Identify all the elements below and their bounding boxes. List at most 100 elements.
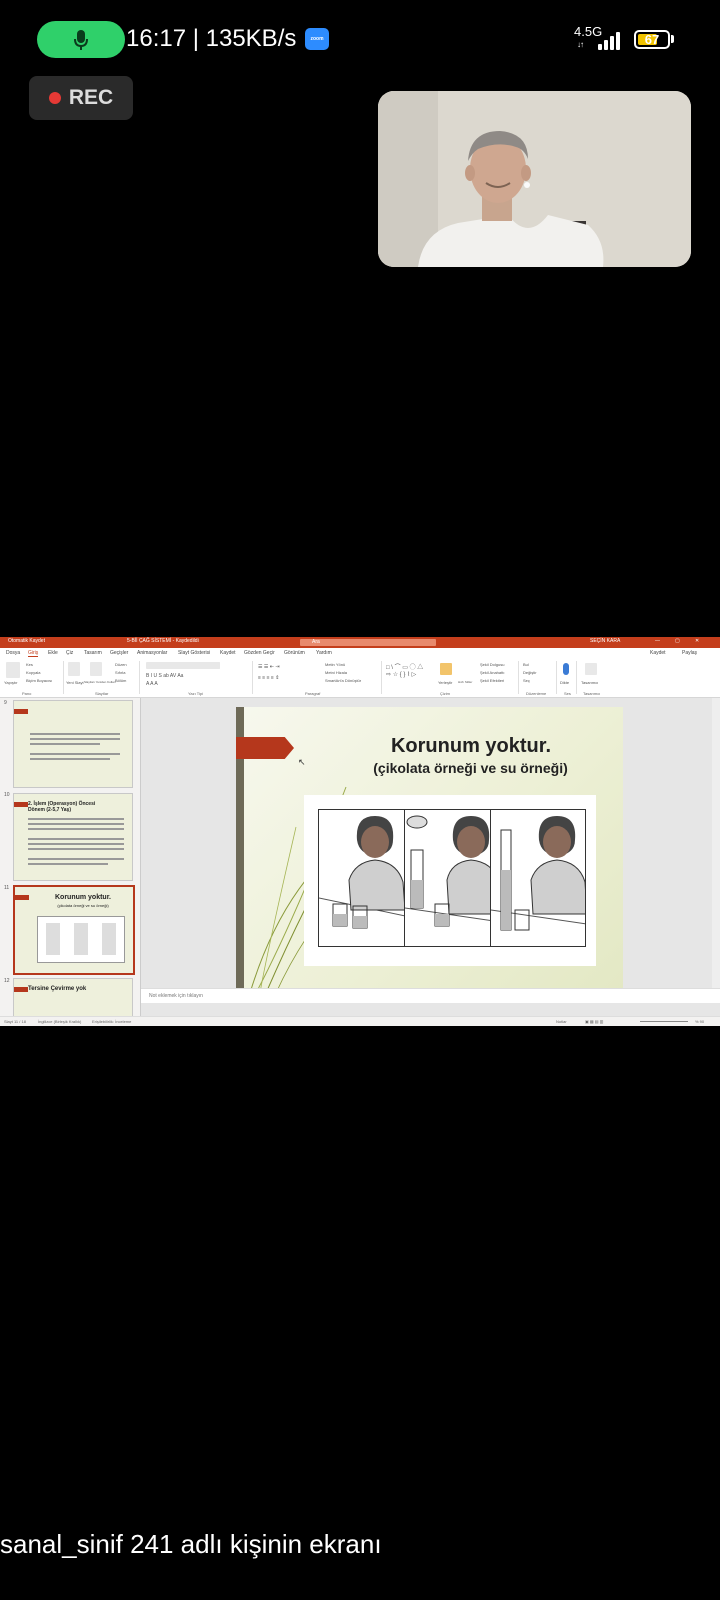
thumb-text-line <box>30 738 120 740</box>
share-button[interactable]: Paylaş <box>682 650 697 656</box>
section-button[interactable]: Bölüm <box>115 678 126 683</box>
microphone-icon <box>74 29 88 50</box>
designer-icon[interactable] <box>585 663 597 675</box>
user-name[interactable]: SEÇİN KARA <box>590 638 620 644</box>
thumb-text-line <box>28 858 124 860</box>
battery-tip <box>671 35 674 43</box>
signal-icon <box>598 28 624 50</box>
view-buttons[interactable]: ▣ ▦ ▤ ▥ <box>585 1019 603 1024</box>
shape-outline-button[interactable]: Şekil Anahattı <box>480 670 504 675</box>
menu-tab[interactable]: Geçişler <box>110 650 128 656</box>
menu-tab[interactable]: Gözden Geçir <box>244 650 275 656</box>
maximize-icon[interactable]: ▢ <box>675 638 680 644</box>
slide-flag <box>236 737 294 759</box>
font-color-buttons[interactable]: A A A <box>146 681 158 687</box>
menu-tab[interactable]: Slayt Gösterisi <box>178 650 210 656</box>
menu-tab[interactable]: Ekle <box>48 650 58 656</box>
quick-styles-button[interactable]: Hızlı Stiller <box>458 680 472 684</box>
find-button[interactable]: Bul <box>523 662 529 667</box>
slide-canvas[interactable]: Korunum yoktur. (çikolata örneği ve su ö… <box>141 698 720 1016</box>
reuse-slides-button[interactable]: Slaytları Yeniden Kullan <box>84 680 116 684</box>
group-editing: Düzenleme <box>526 691 547 696</box>
menu-tab[interactable]: Animasyonlar <box>137 650 167 656</box>
shape-fill-button[interactable]: Şekil Dolgusu <box>480 662 504 667</box>
vertical-scrollbar[interactable] <box>712 698 720 988</box>
thumb-text-line <box>30 753 120 755</box>
group-paragraph: Paragraf <box>305 691 321 696</box>
notes-toggle[interactable]: Notlar <box>556 1019 567 1024</box>
conservation-illustration[interactable] <box>304 795 596 966</box>
reset-button[interactable]: Sıfırla <box>115 670 125 675</box>
new-slide-icon[interactable] <box>68 662 80 676</box>
participant-video[interactable] <box>378 91 691 267</box>
shapes-gallery-row2[interactable]: ⇨ ☆ { } ⌇ ▷ <box>386 671 416 678</box>
copy-button[interactable]: Kopyala <box>26 670 40 675</box>
zoom-app-icon: zoom <box>305 28 329 50</box>
arrange-icon[interactable] <box>440 663 452 675</box>
shapes-gallery[interactable]: □ \ ⌒ ▭ ◯ △ <box>386 662 423 671</box>
replace-button[interactable]: Değiştir <box>523 670 537 675</box>
notes-placeholder[interactable]: Not eklemek için tıklayın <box>149 993 203 999</box>
designer-button[interactable]: Tasarımcı <box>581 680 598 685</box>
accessibility[interactable]: Erişilebilirlik: İnceleme <box>92 1019 131 1024</box>
mic-pill[interactable] <box>37 21 125 58</box>
slide-subtitle[interactable]: (çikolata örneği ve su örneği) <box>328 760 613 776</box>
align-buttons[interactable]: ≡ ≡ ≡ ≡ ⇕ <box>258 675 279 681</box>
slide-title[interactable]: Korunum yoktur. <box>356 735 586 758</box>
zoom-level[interactable]: % 90 <box>695 1019 704 1024</box>
menu-tab[interactable]: Giriş <box>28 650 39 657</box>
menu-tab[interactable]: Kaydet <box>220 650 236 656</box>
group-voice: Ses <box>564 691 571 696</box>
notes-pane[interactable]: Not eklemek için tıklayın <box>141 988 720 1003</box>
font-format-buttons[interactable]: B I U S ab AV Aa <box>146 673 183 679</box>
language[interactable]: İngilizce (Birleşik Krallık) <box>38 1019 81 1024</box>
ribbon-separator <box>139 661 140 694</box>
microphone-dictate-icon[interactable] <box>563 663 569 675</box>
arrange-button[interactable]: Yerleştir <box>438 680 452 685</box>
font-size-select[interactable] <box>204 662 220 669</box>
menu-tab[interactable]: Görünüm <box>284 650 305 656</box>
panel-pouring-water <box>404 809 500 947</box>
thumbnail-slide-9[interactable] <box>13 700 133 788</box>
list-buttons[interactable]: ☰ ☰ ⇤ ⇥ <box>258 664 280 670</box>
align-text-button[interactable]: Metni Hizala <box>325 670 347 675</box>
cut-button[interactable]: Kes <box>26 662 33 667</box>
slide-thumbnails-pane[interactable]: 9 10 2. İşlem (Operasyon) Öncesi Dönem (… <box>0 698 141 1016</box>
slide-count: Slayt 11 / 18 <box>4 1019 26 1024</box>
thumb-text-line <box>28 828 124 830</box>
recording-indicator[interactable]: REC <box>29 76 133 120</box>
zoom-slider[interactable] <box>640 1021 688 1022</box>
smartart-button[interactable]: SmartArt'a Dönüştür <box>325 678 361 683</box>
close-icon[interactable]: ✕ <box>695 638 699 644</box>
reuse-slides-icon[interactable] <box>90 662 102 676</box>
autosave-label[interactable]: Otomatik Kaydet <box>8 638 45 644</box>
menu-tab[interactable]: Yardım <box>316 650 332 656</box>
minimize-icon[interactable]: — <box>655 638 660 644</box>
mouse-cursor-icon: ↖ <box>298 757 306 767</box>
paste-icon[interactable] <box>6 662 20 678</box>
current-slide[interactable]: Korunum yoktur. (çikolata örneği ve su ö… <box>236 707 623 993</box>
search-input[interactable]: Ara <box>312 639 320 645</box>
ribbon-separator <box>518 661 519 694</box>
menu-tab[interactable]: Dosya <box>6 650 20 656</box>
dictate-button[interactable]: Dikte <box>560 680 569 685</box>
thumbnail-slide-11-selected[interactable]: Korunum yoktur. (çikolata örneği ve su ö… <box>13 885 135 975</box>
shared-screen[interactable]: Otomatik Kaydet 5-Bİİ ÇAĞ SİSTEMİ - Kayd… <box>0 637 720 1026</box>
search-box[interactable]: Ara <box>300 639 436 646</box>
document-title: 5-Bİİ ÇAĞ SİSTEMİ - Kaydedildi <box>127 638 199 644</box>
thumb-text-line <box>30 758 110 760</box>
format-painter-button[interactable]: Biçim Boyacısı <box>26 678 52 683</box>
thumbnail-slide-10[interactable]: 2. İşlem (Operasyon) Öncesi Dönem (2-5,7… <box>13 793 133 881</box>
record-button[interactable]: Kaydet <box>650 650 666 656</box>
shape-effects-button[interactable]: Şekil Efektleri <box>480 678 504 683</box>
menu-tab[interactable]: Tasarım <box>84 650 102 656</box>
menu-tab[interactable]: Çiz <box>66 650 73 656</box>
thumbnail-slide-12[interactable]: Tersine Çevirme yok <box>13 978 133 1016</box>
text-direction-button[interactable]: Metin Yönü <box>325 662 345 667</box>
new-slide-button[interactable]: Yeni Slayt <box>66 680 84 685</box>
select-button[interactable]: Seç <box>523 678 530 683</box>
paste-button[interactable]: Yapıştır <box>4 680 18 685</box>
thumb-text-line <box>28 823 124 825</box>
battery-icon: 67 <box>634 30 670 49</box>
layout-button[interactable]: Düzen <box>115 662 127 667</box>
